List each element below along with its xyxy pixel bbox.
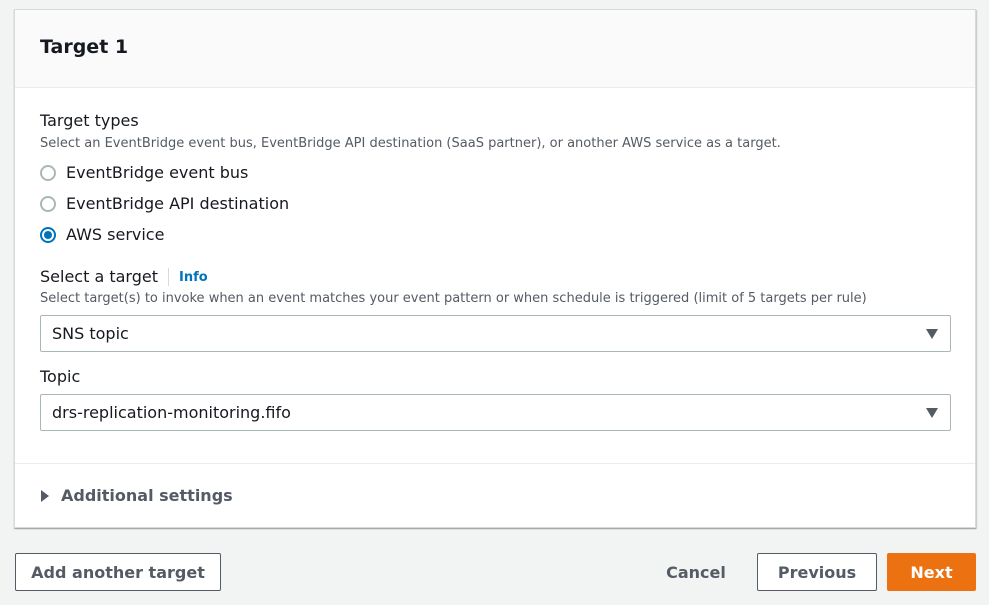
- target-panel: Target 1 Target types Select an EventBri…: [14, 9, 976, 528]
- next-button[interactable]: Next: [887, 553, 976, 591]
- add-another-target-button[interactable]: Add another target: [15, 553, 221, 591]
- target-types-description: Select an EventBridge event bus, EventBr…: [40, 136, 781, 151]
- additional-settings-label[interactable]: Additional settings: [61, 486, 233, 505]
- radio-event-bus[interactable]: [40, 164, 56, 181]
- panel-header: Target 1: [15, 10, 975, 88]
- topic-select[interactable]: drs-replication-monitoring.fifo: [40, 394, 951, 431]
- radio-event-bus-label[interactable]: EventBridge event bus: [66, 163, 248, 182]
- select-target-header: Select a target Info: [40, 268, 950, 286]
- topic-select-value: drs-replication-monitoring.fifo: [52, 403, 291, 422]
- select-target-description: Select target(s) to invoke when an event…: [40, 291, 867, 306]
- caret-right-icon: [41, 489, 49, 502]
- additional-settings-toggle[interactable]: Additional settings: [41, 486, 233, 505]
- info-separator: [167, 268, 169, 286]
- panel-title: Target 1: [40, 36, 129, 58]
- info-link[interactable]: Info: [179, 270, 208, 285]
- previous-button[interactable]: Previous: [757, 553, 877, 591]
- cancel-button[interactable]: Cancel: [655, 553, 737, 591]
- radio-option-api-destination[interactable]: EventBridge API destination: [40, 188, 950, 219]
- caret-down-icon: [926, 328, 938, 339]
- caret-down-icon: [926, 407, 938, 418]
- radio-api-destination[interactable]: [40, 195, 56, 212]
- panel-body: Target types Select an EventBridge event…: [15, 88, 975, 431]
- radio-api-destination-label[interactable]: EventBridge API destination: [66, 194, 289, 213]
- target-types-radio-group: EventBridge event bus EventBridge API de…: [40, 157, 950, 250]
- page: Target 1 Target types Select an EventBri…: [0, 0, 989, 605]
- radio-option-event-bus[interactable]: EventBridge event bus: [40, 157, 950, 188]
- target-select-value: SNS topic: [52, 324, 129, 343]
- target-select[interactable]: SNS topic: [40, 315, 951, 352]
- select-target-label: Select a target: [40, 267, 158, 286]
- topic-label: Topic: [40, 367, 81, 386]
- radio-aws-service[interactable]: [40, 226, 56, 243]
- radio-option-aws-service[interactable]: AWS service: [40, 219, 950, 250]
- section-divider: [15, 463, 975, 464]
- radio-aws-service-label[interactable]: AWS service: [66, 225, 164, 244]
- target-types-label: Target types: [40, 111, 139, 130]
